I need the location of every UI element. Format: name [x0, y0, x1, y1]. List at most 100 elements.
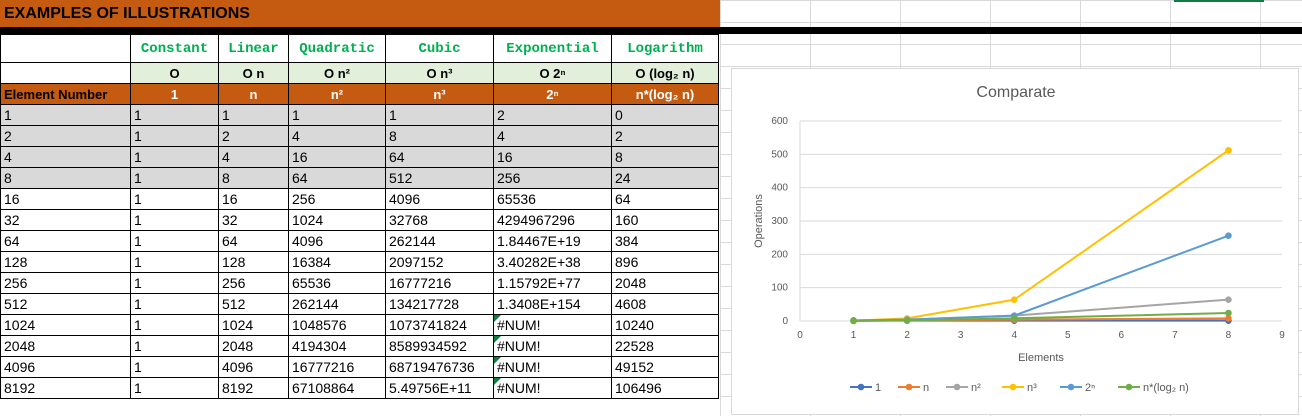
table-cell[interactable]: 1024 — [218, 314, 289, 336]
error-indicator-icon[interactable] — [494, 336, 501, 343]
table-cell[interactable]: 65536 — [288, 272, 386, 294]
table-cell[interactable]: 128 — [0, 251, 131, 273]
table-cell[interactable]: 8 — [385, 125, 494, 147]
table-cell[interactable]: 10240 — [611, 314, 719, 336]
table-cell[interactable]: 16 — [288, 146, 386, 168]
table-cell[interactable]: 5.49756E+11 — [385, 377, 494, 399]
table-cell[interactable]: 1024 — [0, 314, 131, 336]
table-cell[interactable]: 67108864 — [288, 377, 386, 399]
bigo-empty-cell[interactable] — [0, 62, 131, 84]
header-empty-cell[interactable] — [0, 34, 131, 63]
formula-header-cell[interactable]: n*(log₂ n) — [611, 83, 719, 105]
error-indicator-icon[interactable] — [494, 315, 501, 322]
table-cell[interactable]: 32 — [218, 209, 289, 231]
table-cell[interactable]: 8192 — [218, 377, 289, 399]
table-cell[interactable]: 1 — [130, 230, 219, 252]
table-cell[interactable]: 2048 — [611, 272, 719, 294]
table-cell[interactable]: 2048 — [0, 335, 131, 357]
table-cell[interactable]: 1.15792E+77 — [493, 272, 612, 294]
table-cell[interactable]: 1 — [130, 272, 219, 294]
error-indicator-icon[interactable] — [494, 378, 501, 385]
table-cell[interactable]: 134217728 — [385, 293, 494, 315]
table-cell[interactable]: 1 — [130, 188, 219, 210]
table-cell[interactable]: 1 — [218, 104, 289, 126]
table-cell[interactable]: 16 — [218, 188, 289, 210]
table-cell[interactable]: 256 — [288, 188, 386, 210]
big-o-cell[interactable]: O n³ — [385, 62, 494, 84]
table-cell[interactable]: 32768 — [385, 209, 494, 231]
table-cell[interactable]: 16 — [493, 146, 612, 168]
big-o-cell[interactable]: O n — [218, 62, 289, 84]
table-cell[interactable]: 1024 — [288, 209, 386, 231]
table-cell[interactable]: 1 — [385, 104, 494, 126]
table-cell[interactable]: 2 — [611, 125, 719, 147]
table-cell[interactable]: 64 — [611, 188, 719, 210]
table-cell[interactable]: 1 — [130, 104, 219, 126]
table-cell[interactable]: 1 — [130, 125, 219, 147]
table-cell[interactable]: 2048 — [218, 335, 289, 357]
big-o-cell[interactable]: O 2ⁿ — [493, 62, 612, 84]
big-o-cell[interactable]: O (log₂ n) — [611, 62, 719, 84]
table-cell[interactable]: 512 — [0, 293, 131, 315]
table-cell[interactable]: 4608 — [611, 293, 719, 315]
complexity-name-cell[interactable]: Constant — [130, 34, 219, 63]
complexity-name-cell[interactable]: Linear — [218, 34, 289, 63]
table-cell[interactable]: 8 — [218, 167, 289, 189]
table-cell[interactable]: 1 — [130, 314, 219, 336]
table-cell[interactable]: 32 — [0, 209, 131, 231]
complexity-name-cell[interactable]: Quadratic — [288, 34, 386, 63]
table-cell[interactable]: 1 — [288, 104, 386, 126]
table-cell[interactable]: 64 — [288, 167, 386, 189]
sheet-banner-title[interactable]: EXAMPLES OF ILLUSTRATIONS — [0, 0, 720, 27]
table-cell[interactable]: 4 — [493, 125, 612, 147]
table-cell[interactable]: 2 — [218, 125, 289, 147]
table-cell[interactable]: 49152 — [611, 356, 719, 378]
table-cell[interactable]: 1048576 — [288, 314, 386, 336]
table-cell[interactable]: 384 — [611, 230, 719, 252]
formula-header-cell[interactable]: 2ⁿ — [493, 83, 612, 105]
table-cell[interactable]: 68719476736 — [385, 356, 494, 378]
complexity-name-cell[interactable]: Exponential — [493, 34, 612, 63]
table-cell[interactable]: 256 — [218, 272, 289, 294]
table-cell[interactable]: 4 — [0, 146, 131, 168]
table-cell[interactable]: 8589934592 — [385, 335, 494, 357]
table-cell[interactable]: 4 — [218, 146, 289, 168]
big-o-cell[interactable]: O n² — [288, 62, 386, 84]
table-cell[interactable]: 512 — [385, 167, 494, 189]
table-cell[interactable]: 4 — [288, 125, 386, 147]
formula-header-cell[interactable]: n² — [288, 83, 386, 105]
element-number-header[interactable]: Element Number — [0, 83, 131, 105]
table-cell[interactable]: 8 — [611, 146, 719, 168]
big-o-cell[interactable]: O — [130, 62, 219, 84]
table-cell[interactable]: 1 — [130, 146, 219, 168]
table-cell[interactable]: 262144 — [288, 293, 386, 315]
table-cell[interactable]: #NUM! — [493, 314, 612, 336]
comparison-chart[interactable]: Comparate 0 100 200 300 400 500 600 0 1 2 3 4 5 6 7 8 9 Op… — [731, 68, 1299, 415]
table-cell[interactable]: 1 — [130, 293, 219, 315]
table-cell[interactable]: 16384 — [288, 251, 386, 273]
table-cell[interactable]: 2097152 — [385, 251, 494, 273]
complexity-name-cell[interactable]: Cubic — [385, 34, 494, 63]
table-cell[interactable]: 1 — [130, 377, 219, 399]
table-cell[interactable]: 4096 — [218, 356, 289, 378]
formula-header-cell[interactable]: n — [218, 83, 289, 105]
table-cell[interactable]: 1 — [0, 104, 131, 126]
table-cell[interactable]: 4096 — [288, 230, 386, 252]
table-cell[interactable]: 1.3408E+154 — [493, 293, 612, 315]
table-cell[interactable]: 2 — [493, 104, 612, 126]
table-cell[interactable]: 128 — [218, 251, 289, 273]
table-cell[interactable]: 1 — [130, 356, 219, 378]
table-cell[interactable]: 256 — [493, 167, 612, 189]
table-cell[interactable]: 106496 — [611, 377, 719, 399]
error-indicator-icon[interactable] — [494, 357, 501, 364]
table-cell[interactable]: 256 — [0, 272, 131, 294]
table-cell[interactable]: 64 — [0, 230, 131, 252]
table-cell[interactable]: 24 — [611, 167, 719, 189]
formula-header-cell[interactable]: 1 — [130, 83, 219, 105]
table-cell[interactable]: 2 — [0, 125, 131, 147]
table-cell[interactable]: 262144 — [385, 230, 494, 252]
table-cell[interactable]: 4194304 — [288, 335, 386, 357]
table-cell[interactable]: 4294967296 — [493, 209, 612, 231]
table-cell[interactable]: 160 — [611, 209, 719, 231]
table-cell[interactable]: 16777216 — [288, 356, 386, 378]
